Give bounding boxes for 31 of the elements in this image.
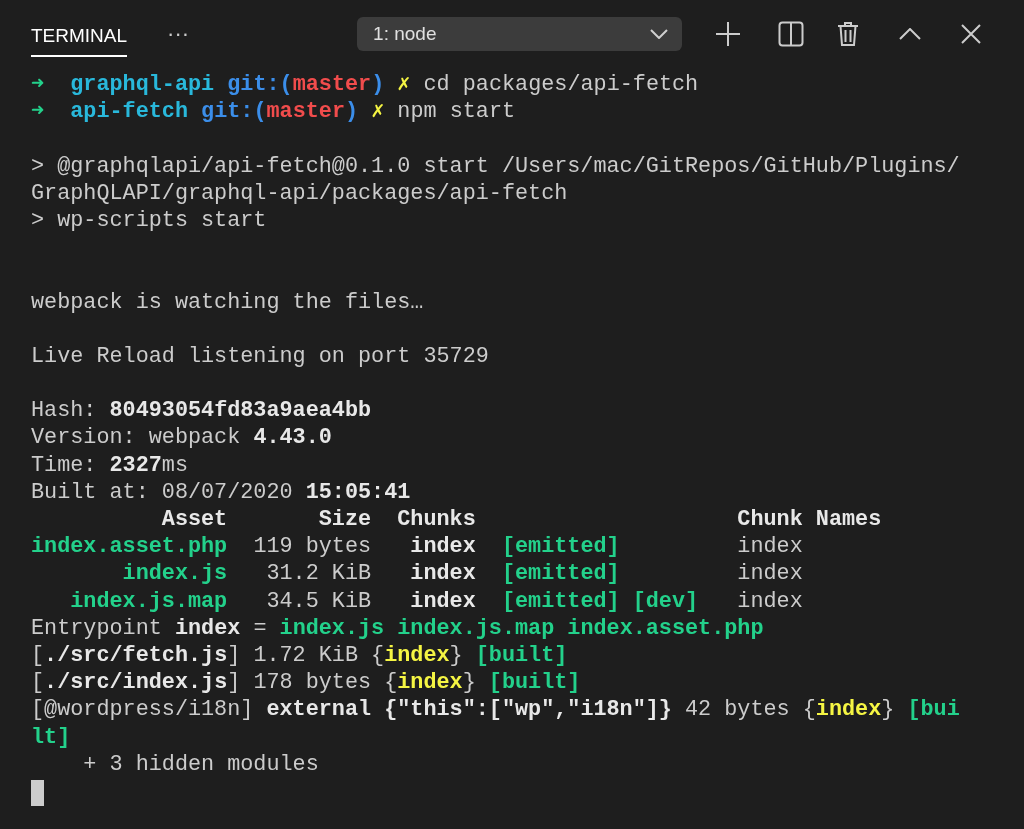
terminal-line: Built at: 08/07/2020 15:05:41 [31,479,411,505]
terminal-line: webpack is watching the files… [31,289,424,315]
terminal-line: Asset Size Chunks Chunk Names [160,507,882,532]
terminal-line: Version: webpack 4.43.0 [31,425,332,451]
terminal-line: Time: 2327ms [31,452,188,478]
terminal-tab[interactable]: TERMINAL [31,11,128,57]
terminal-line: > @graphqlapi/api-fetch@0.1.0 start /Users/mac/GitRepos/GitHub/Plugins/ [31,153,960,179]
terminal-line: index.js 31.2 KiB index [emitted] index [121,561,803,587]
terminal-cursor [31,779,44,806]
terminal-line: ➜ api-fetch git:(master) ✗ npm start [31,99,516,125]
terminal-line: index.js.map 34.5 KiB index [emitted] [dev] index [69,588,803,614]
terminal-line: > wp-scripts start [31,207,267,233]
terminal-line: lt] [31,724,71,750]
terminal-line: GraphQLAPI/graphql-api/packages/api-fetch [31,180,568,206]
terminal-line: Live Reload listening on port 35729 [31,343,489,369]
close-icon[interactable] [961,24,982,44]
terminal-select[interactable]: 1: node [357,17,683,51]
trash-icon[interactable] [837,21,860,47]
terminal-line: [./src/index.js] 178 bytes {index} [built] [31,670,581,696]
chevron-up-icon[interactable] [899,28,922,40]
terminal-line: Entrypoint index = index.js index.js.map index.asset.php [31,615,764,641]
terminal-line: ➜ graphql-api git:(master) ✗ cd packages/api-fetch [31,72,699,97]
more-actions-button[interactable]: ··· [167,23,190,45]
terminal-line: + 3 hidden modules [82,751,319,777]
plus-icon[interactable] [715,21,742,47]
terminal-line: Hash: 80493054fd83a9aea4bb [31,398,372,424]
terminal-line: index.asset.php 119 bytes index [emitted] index [31,534,803,560]
split-icon[interactable] [778,21,805,47]
terminal-line: [@wordpress/i18n] external {"this":["wp","i18n"]} 42 bytes {index} [bui [31,697,960,723]
terminal-line: [./src/fetch.js] 1.72 KiB {index} [built] [31,642,568,668]
chevron-down-icon [650,29,669,39]
